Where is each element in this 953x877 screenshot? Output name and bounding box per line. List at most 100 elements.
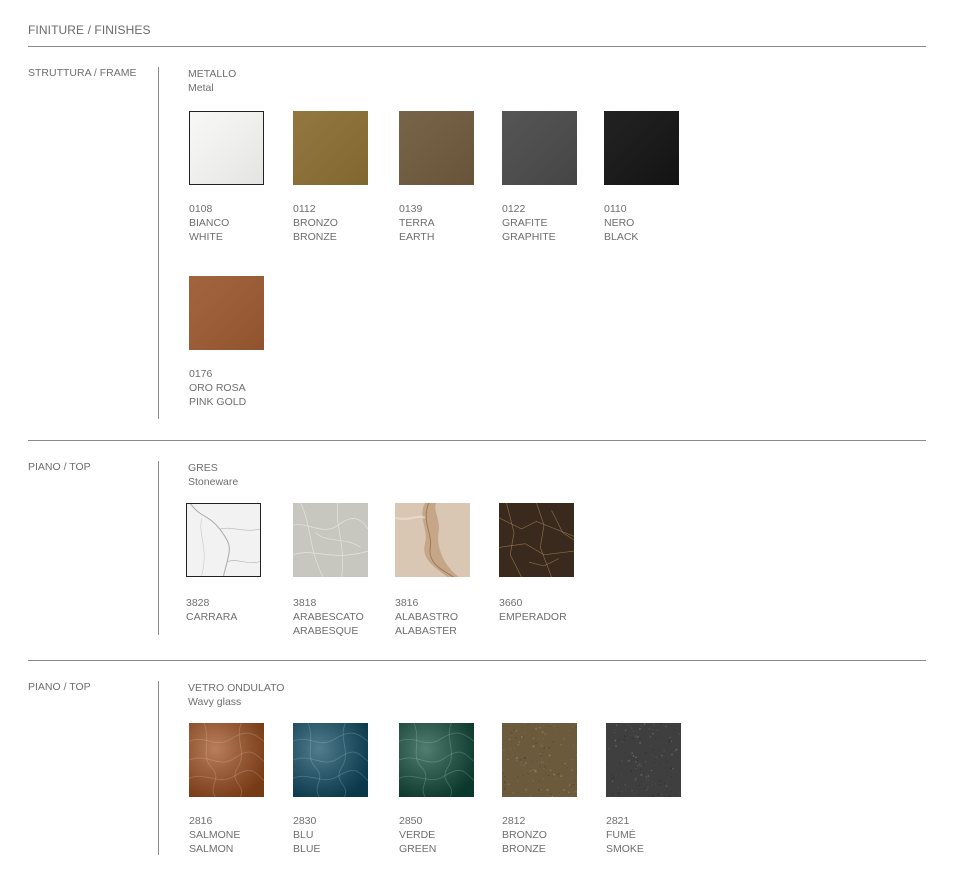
section-vertical-line: [158, 461, 159, 635]
section-label: PIANO / TOP: [28, 681, 91, 693]
swatch-name-it: ALABASTRO: [395, 611, 459, 623]
swatch-name-it: ORO ROSA: [189, 382, 246, 394]
swatch-caption: 2812 BRONZO BRONZE: [502, 814, 547, 856]
swatch-verde[interactable]: [399, 723, 474, 797]
swatch-code: 0139: [399, 203, 423, 215]
swatch-code: 3818: [293, 597, 317, 609]
section-divider: [28, 660, 926, 661]
swatch-blu[interactable]: [293, 723, 368, 797]
swatch-code: 0108: [189, 203, 213, 215]
section-divider: [28, 440, 926, 441]
swatch-name-it: BIANCO: [189, 217, 230, 229]
swatch-fume[interactable]: [606, 723, 681, 797]
swatch-caption: 0139 TERRA EARTH: [399, 202, 435, 244]
material-name: GRES: [188, 462, 218, 474]
swatch-name-it: GRAFITE: [502, 217, 548, 229]
swatch-code: 2830: [293, 815, 317, 827]
section-vertical-line: [158, 681, 159, 855]
swatch-bianco[interactable]: [189, 111, 264, 185]
swatch-name-it: NERO: [604, 217, 635, 229]
material-name-en: Stoneware: [188, 476, 239, 488]
swatch-caption: 3828 CARRARA: [186, 596, 237, 624]
swatch-caption: 2850 VERDE GREEN: [399, 814, 436, 856]
swatch-code: 3660: [499, 597, 523, 609]
swatch-alabastro[interactable]: [395, 503, 470, 577]
swatch-fill: [187, 504, 260, 576]
swatch-salmone[interactable]: [189, 723, 264, 797]
swatch-code: 0112: [293, 203, 316, 215]
swatch-code: 0110: [604, 203, 627, 215]
swatch-name-it: BLU: [293, 829, 314, 841]
swatch-bronzo[interactable]: [293, 111, 368, 185]
swatch-name-en: SMOKE: [606, 843, 644, 855]
material-heading: VETRO ONDULATO Wavy glass: [188, 681, 284, 709]
swatch-name-en: BLUE: [293, 843, 321, 855]
swatch-caption: 0112 BRONZO BRONZE: [293, 202, 338, 244]
swatch-code: 2821: [606, 815, 630, 827]
section-label: PIANO / TOP: [28, 461, 91, 473]
swatch-fill: [604, 111, 679, 185]
swatch-code: 3828: [186, 597, 210, 609]
swatch-fill: [395, 503, 470, 577]
title-divider: [28, 46, 926, 47]
swatch-fill: [499, 503, 574, 577]
swatch-name-en: BLACK: [604, 231, 639, 243]
section-vertical-line: [158, 67, 159, 419]
swatch-fill: [606, 723, 681, 797]
swatch-bronzo-glass[interactable]: [502, 723, 577, 797]
swatch-name-it: SALMONE: [189, 829, 241, 841]
swatch-terra[interactable]: [399, 111, 474, 185]
material-name: VETRO ONDULATO: [188, 682, 285, 694]
swatch-name-en: ALABASTER: [395, 625, 457, 637]
section-frame: STRUTTURA / FRAME METALLO Metal 0108 BIA…: [28, 67, 926, 419]
swatch-fill: [502, 111, 577, 185]
swatch-fill: [293, 111, 368, 185]
swatch-name-it: ARABESCATO: [293, 611, 364, 623]
swatch-code: 2850: [399, 815, 423, 827]
swatch-code: 3816: [395, 597, 419, 609]
swatch-name-en: GREEN: [399, 843, 437, 855]
swatch-grafite[interactable]: [502, 111, 577, 185]
swatch-name-it: CARRARA: [186, 611, 238, 623]
swatch-caption: 0122 GRAFITE GRAPHITE: [502, 202, 556, 244]
swatch-caption: 2816 SALMONE SALMON: [189, 814, 240, 856]
swatch-arabescato[interactable]: [293, 503, 368, 577]
swatch-carrara[interactable]: [186, 503, 261, 577]
swatch-caption: 3660 EMPERADOR: [499, 596, 567, 624]
material-heading: GRES Stoneware: [188, 461, 238, 489]
swatch-name-en: EARTH: [399, 231, 435, 243]
swatch-caption: 3816 ALABASTRO ALABASTER: [395, 596, 458, 638]
swatch-caption: 0108 BIANCO WHITE: [189, 202, 229, 244]
swatch-name-it: EMPERADOR: [499, 611, 567, 623]
swatch-code: 0122: [502, 203, 526, 215]
swatch-fill: [399, 111, 474, 185]
swatch-name-en: SALMON: [189, 843, 234, 855]
material-name: METALLO: [188, 68, 237, 80]
material-name-en: Wavy glass: [188, 696, 242, 708]
swatch-fill: [399, 723, 474, 797]
swatch-fill: [190, 112, 263, 184]
swatch-caption: 2821 FUMÉ SMOKE: [606, 814, 644, 856]
swatch-code: 2812: [502, 815, 526, 827]
swatch-caption: 0176 ORO ROSA PINK GOLD: [189, 367, 246, 409]
swatch-fill: [189, 276, 264, 350]
swatch-code: 2816: [189, 815, 213, 827]
swatch-name-it: BRONZO: [293, 217, 338, 229]
swatch-code: 0176: [189, 368, 213, 380]
swatch-fill: [293, 503, 368, 577]
swatch-name-en: GRAPHITE: [502, 231, 556, 243]
page-title: FINITURE / FINISHES: [28, 23, 151, 37]
swatch-fill: [189, 723, 264, 797]
material-heading: METALLO Metal: [188, 67, 236, 95]
swatch-fill: [293, 723, 368, 797]
swatch-oro-rosa[interactable]: [189, 276, 264, 350]
swatch-caption: 0110 NERO BLACK: [604, 202, 638, 244]
swatch-caption: 2830 BLU BLUE: [293, 814, 320, 856]
section-top-wavy-glass: PIANO / TOP VETRO ONDULATO Wavy glass 28…: [28, 681, 926, 855]
swatch-name-it: VERDE: [399, 829, 436, 841]
swatch-name-en: BRONZE: [502, 843, 546, 855]
swatch-name-it: BRONZO: [502, 829, 547, 841]
swatch-name-en: ARABESQUE: [293, 625, 359, 637]
swatch-nero[interactable]: [604, 111, 679, 185]
swatch-emperador[interactable]: [499, 503, 574, 577]
